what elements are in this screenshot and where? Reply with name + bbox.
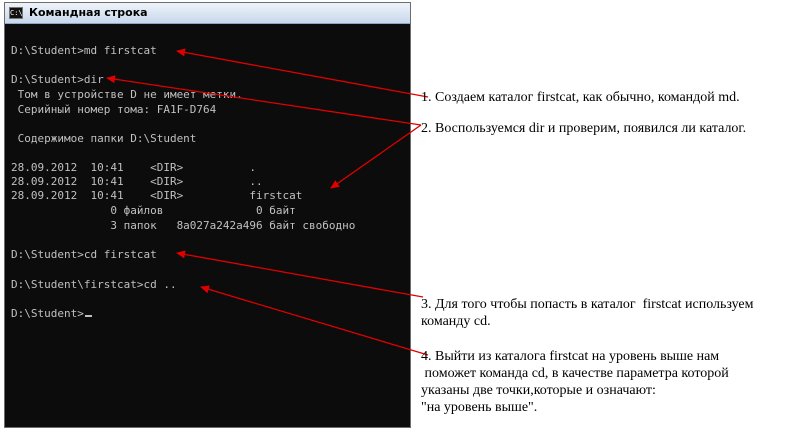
annotation-note-3-line-1: 3. Для того чтобы попасть в каталог firs…: [421, 297, 754, 312]
annotation-note-4-line-4: "на уровень выше".: [421, 400, 538, 415]
arrow-note1: [176, 48, 429, 98]
annotation-note-4-line-3: указаны две точки,которые и означают:: [421, 383, 656, 398]
annotation-note-2: 2. Воспользуемся dir и проверим, появилс…: [421, 121, 747, 136]
annotation-note-1: 1. Создаем каталог firstcat, как обычно,…: [421, 90, 740, 105]
annotation-note-4-line-2: поможет команда cd, в качестве параметра…: [421, 366, 729, 381]
annotation-note-3-line-2: команду cd.: [421, 314, 491, 329]
arrow-note4: [200, 285, 429, 356]
arrow-note2-firstcat: [330, 124, 422, 189]
arrow-note2-dir: [106, 75, 422, 126]
annotation-note-4-line-1: 4. Выйти из каталога firstcat на уровень…: [421, 349, 720, 364]
